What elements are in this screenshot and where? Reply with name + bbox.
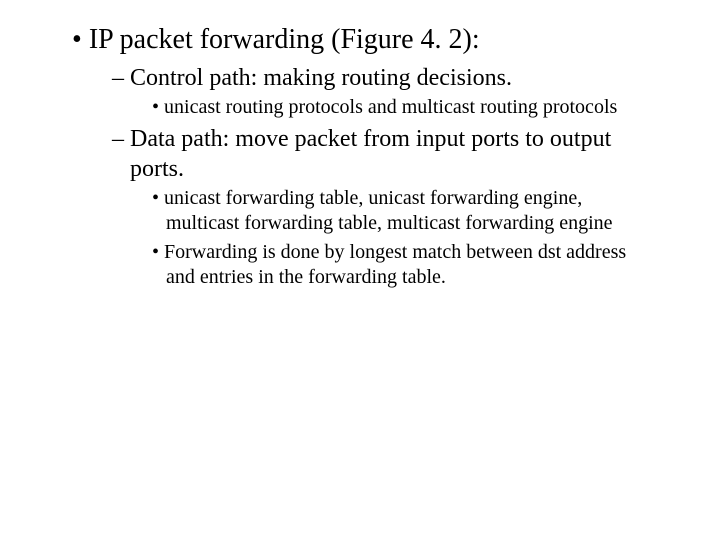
- bullet-level3: Forwarding is done by longest match betw…: [152, 240, 648, 290]
- bullet-level2: Control path: making routing decisions.: [112, 63, 656, 93]
- bullet-level3: unicast forwarding table, unicast forwar…: [152, 186, 648, 236]
- bullet-level3: unicast routing protocols and multicast …: [152, 95, 648, 120]
- bullet-level1: IP packet forwarding (Figure 4. 2):: [72, 22, 660, 57]
- slide: IP packet forwarding (Figure 4. 2): Cont…: [0, 0, 720, 540]
- bullet-level2: Data path: move packet from input ports …: [112, 124, 656, 184]
